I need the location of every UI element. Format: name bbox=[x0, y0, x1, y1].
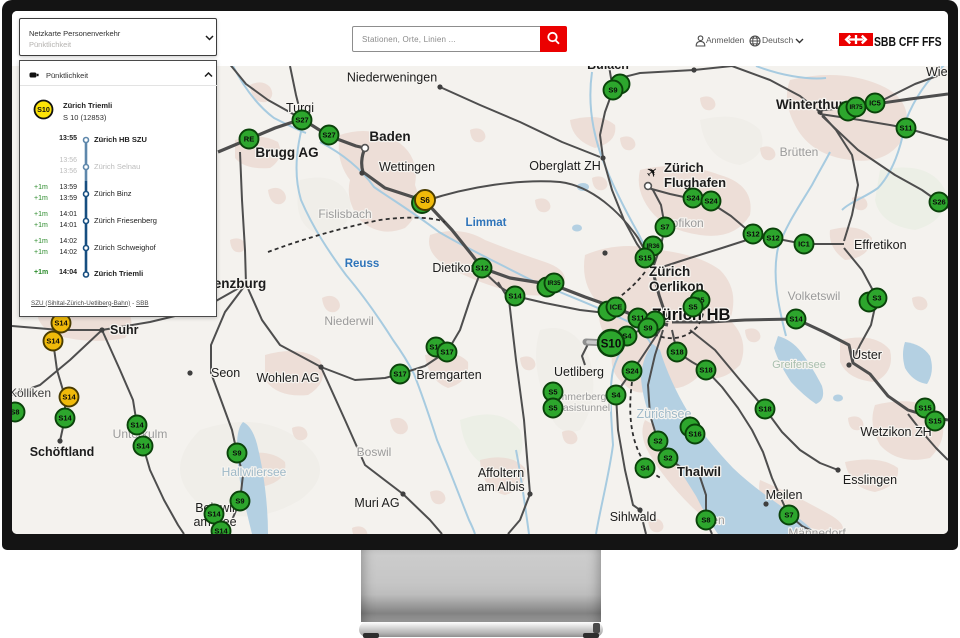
svg-text:Fislisbach: Fislisbach bbox=[318, 207, 371, 221]
svg-text:S24: S24 bbox=[704, 197, 718, 206]
svg-text:S7: S7 bbox=[660, 223, 669, 232]
svg-text:S12: S12 bbox=[766, 234, 779, 243]
svg-text:S27: S27 bbox=[322, 131, 335, 140]
svg-text:S2: S2 bbox=[653, 437, 662, 446]
svg-text:S14: S14 bbox=[789, 315, 803, 324]
svg-text:S12: S12 bbox=[746, 230, 759, 239]
svg-text:S6: S6 bbox=[420, 196, 430, 205]
svg-text:Schöftland: Schöftland bbox=[30, 445, 95, 459]
svg-text:Niederwil: Niederwil bbox=[324, 314, 373, 328]
svg-text:S2: S2 bbox=[663, 454, 672, 463]
svg-text:S5: S5 bbox=[548, 404, 557, 413]
svg-text:Seon: Seon bbox=[211, 366, 240, 380]
svg-text:S14: S14 bbox=[130, 421, 144, 430]
svg-text:Volketswil: Volketswil bbox=[788, 289, 841, 303]
svg-text:Suhr: Suhr bbox=[110, 323, 139, 337]
svg-text:Uetliberg: Uetliberg bbox=[554, 365, 604, 379]
svg-text:Wetzikon ZH: Wetzikon ZH bbox=[860, 425, 931, 439]
svg-text:Bülach: Bülach bbox=[587, 66, 629, 72]
svg-text:S5: S5 bbox=[548, 388, 557, 397]
svg-text:S9: S9 bbox=[643, 324, 652, 333]
svg-text:S5: S5 bbox=[688, 303, 697, 312]
svg-text:am Albis: am Albis bbox=[477, 480, 524, 494]
svg-text:S18: S18 bbox=[758, 405, 771, 414]
svg-text:S14: S14 bbox=[46, 337, 60, 346]
svg-text:S3: S3 bbox=[872, 294, 881, 303]
svg-text:S24: S24 bbox=[625, 367, 639, 376]
svg-text:S18: S18 bbox=[699, 366, 712, 375]
svg-text:Wohlen AG: Wohlen AG bbox=[256, 371, 319, 385]
svg-text:S14: S14 bbox=[54, 319, 68, 328]
svg-text:S15: S15 bbox=[918, 404, 931, 413]
svg-text:IC5: IC5 bbox=[869, 99, 881, 108]
svg-text:Limmat: Limmat bbox=[466, 217, 507, 229]
svg-text:Kölliken: Kölliken bbox=[12, 386, 51, 400]
svg-text:S14: S14 bbox=[207, 510, 221, 519]
svg-text:S4: S4 bbox=[640, 464, 650, 473]
svg-text:Zürichsee: Zürichsee bbox=[637, 407, 692, 421]
svg-text:S14: S14 bbox=[58, 414, 72, 423]
svg-text:Zürich: Zürich bbox=[649, 264, 690, 279]
svg-text:enzburg: enzburg bbox=[214, 276, 267, 291]
svg-text:Sihlwald: Sihlwald bbox=[610, 510, 657, 524]
svg-text:IR35: IR35 bbox=[547, 280, 561, 287]
svg-text:Brugg AG: Brugg AG bbox=[255, 145, 318, 160]
svg-text:S17: S17 bbox=[393, 370, 406, 379]
svg-text:Niederweningen: Niederweningen bbox=[347, 71, 437, 85]
svg-text:Wettingen: Wettingen bbox=[379, 160, 435, 174]
svg-text:S8: S8 bbox=[12, 408, 20, 417]
svg-text:S15: S15 bbox=[638, 254, 651, 263]
svg-text:Affoltern: Affoltern bbox=[478, 466, 524, 480]
svg-text:S10: S10 bbox=[601, 339, 621, 351]
svg-text:S27: S27 bbox=[295, 116, 308, 125]
svg-text:S14: S14 bbox=[136, 442, 150, 451]
svg-text:Effretikon: Effretikon bbox=[854, 238, 907, 252]
svg-text:S24: S24 bbox=[686, 194, 700, 203]
svg-text:Boswil: Boswil bbox=[357, 445, 392, 459]
svg-text:S9: S9 bbox=[232, 449, 241, 458]
svg-text:S14: S14 bbox=[214, 527, 228, 534]
svg-text:Winterthur: Winterthur bbox=[776, 97, 845, 112]
svg-text:S4: S4 bbox=[611, 391, 621, 400]
svg-text:Wiese: Wiese bbox=[926, 66, 948, 79]
svg-text:Thalwil: Thalwil bbox=[677, 464, 721, 479]
svg-text:S14: S14 bbox=[62, 393, 76, 402]
svg-text:IR75: IR75 bbox=[849, 104, 863, 111]
svg-text:IC1: IC1 bbox=[798, 240, 810, 249]
svg-text:S15: S15 bbox=[928, 417, 941, 426]
svg-text:Esslingen: Esslingen bbox=[843, 473, 897, 487]
svg-text:S18: S18 bbox=[670, 348, 683, 357]
svg-text:ICE: ICE bbox=[610, 303, 623, 312]
svg-text:S17: S17 bbox=[440, 348, 453, 357]
svg-text:S26: S26 bbox=[932, 198, 945, 207]
svg-text:Basistunnel: Basistunnel bbox=[556, 402, 610, 414]
svg-text:S8: S8 bbox=[701, 516, 710, 525]
svg-text:Meilen: Meilen bbox=[766, 488, 803, 502]
svg-text:Zürich: Zürich bbox=[664, 160, 704, 175]
svg-text:S7: S7 bbox=[784, 511, 793, 520]
svg-text:S14: S14 bbox=[508, 292, 522, 301]
svg-text:Bremgarten: Bremgarten bbox=[416, 368, 481, 382]
svg-text:S16: S16 bbox=[688, 430, 701, 439]
svg-text:Greifensee: Greifensee bbox=[772, 359, 826, 371]
svg-text:Oberglatt ZH: Oberglatt ZH bbox=[529, 159, 601, 173]
svg-text:Flughafen: Flughafen bbox=[664, 175, 726, 190]
svg-text:RE: RE bbox=[244, 135, 254, 144]
svg-text:S11: S11 bbox=[900, 124, 913, 133]
svg-text:Uster: Uster bbox=[852, 348, 882, 362]
svg-text:S10: S10 bbox=[37, 105, 50, 114]
svg-text:Muri AG: Muri AG bbox=[354, 496, 399, 510]
svg-text:Dietikon: Dietikon bbox=[432, 261, 477, 275]
svg-text:Männedorf: Männedorf bbox=[788, 526, 846, 534]
svg-text:Reuss: Reuss bbox=[345, 258, 380, 270]
svg-text:Baden: Baden bbox=[369, 129, 410, 144]
svg-text:S12: S12 bbox=[475, 264, 488, 273]
svg-text:S9: S9 bbox=[235, 497, 244, 506]
svg-text:Brütten: Brütten bbox=[780, 145, 819, 159]
svg-text:Hallwilersee: Hallwilersee bbox=[222, 465, 287, 479]
svg-text:S9: S9 bbox=[608, 86, 617, 95]
